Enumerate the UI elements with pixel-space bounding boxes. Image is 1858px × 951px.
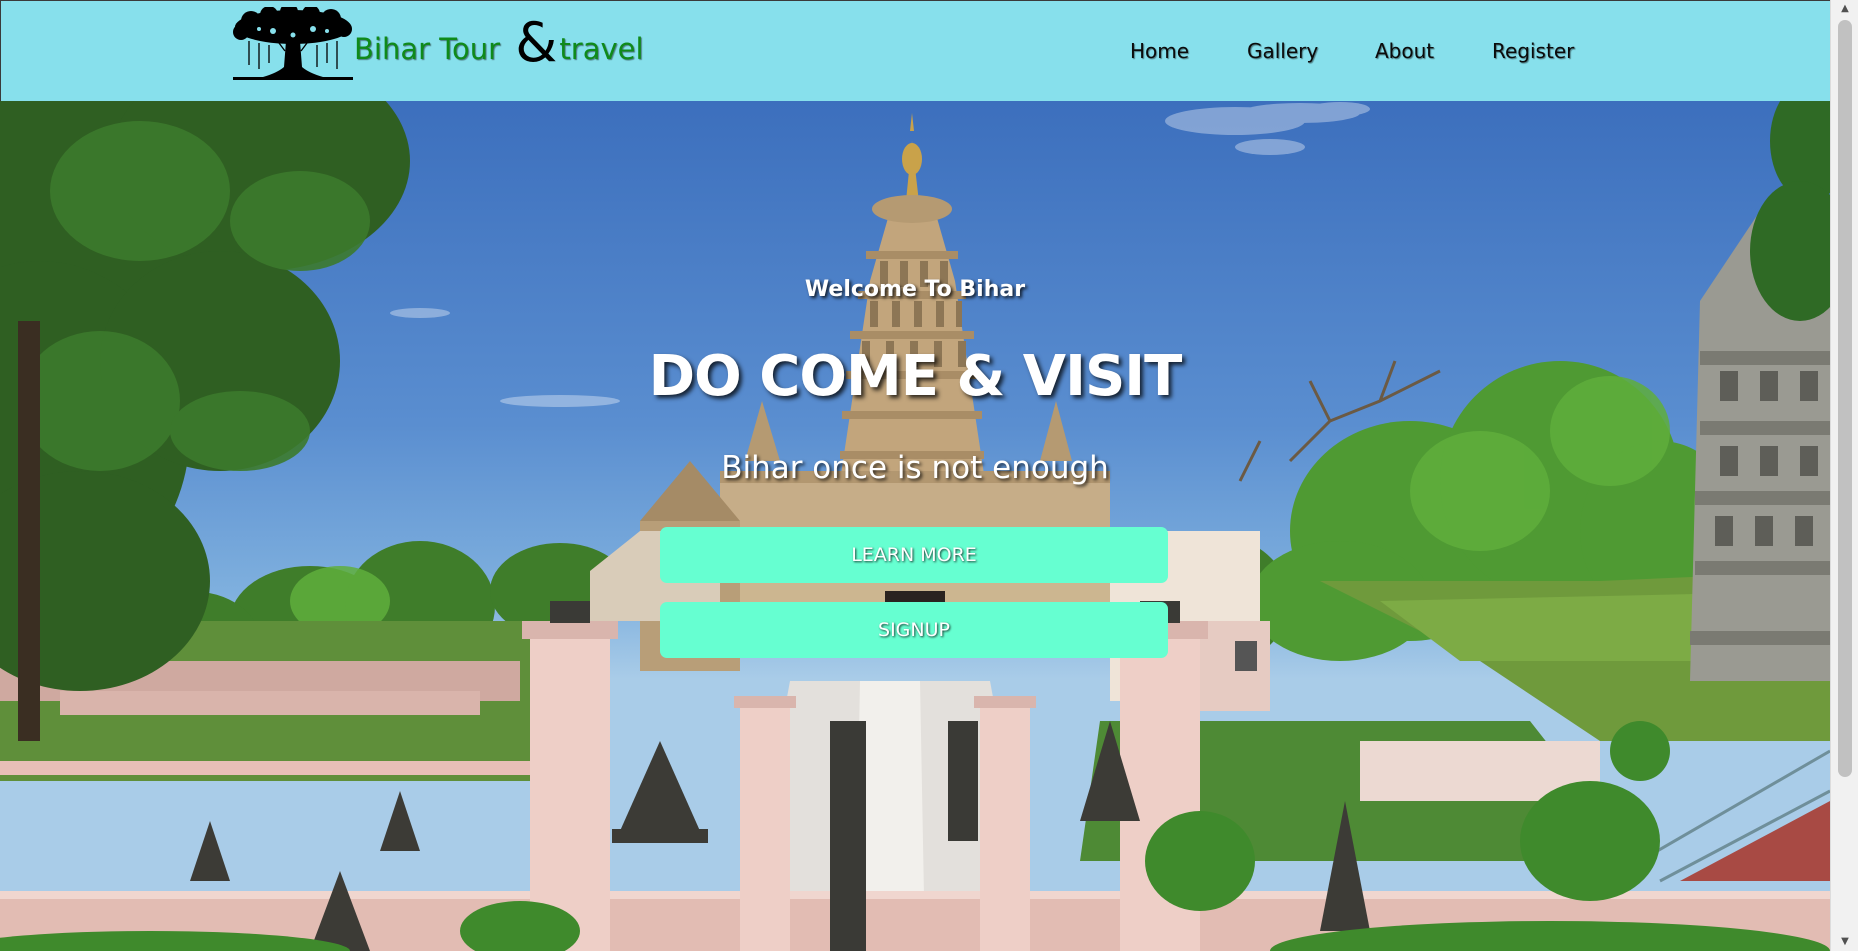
page-scrollbar[interactable]: ▲ ▼: [1830, 0, 1858, 951]
hero-section: Welcome To Bihar DO COME & VISIT Bihar o…: [0, 101, 1830, 951]
banyan-tree-icon[interactable]: [229, 7, 357, 83]
hero-tagline: Bihar once is not enough: [721, 450, 1109, 486]
signup-button[interactable]: SIGNUP: [660, 602, 1168, 658]
hero-welcome: Welcome To Bihar: [804, 277, 1026, 302]
nav-item-register[interactable]: Register: [1492, 39, 1574, 63]
brand-name-part1: Bihar Tour: [354, 32, 510, 66]
learn-more-button[interactable]: LEARN MORE: [660, 527, 1168, 583]
scroll-down-arrow-icon[interactable]: ▼: [1831, 933, 1858, 951]
brand-name-part2: travel: [559, 32, 644, 66]
site-header: Bihar Tour &travel Home Gallery About Re…: [0, 0, 1830, 101]
brand-name[interactable]: Bihar Tour &travel: [354, 16, 644, 70]
hero-headline: DO COME & VISIT: [648, 344, 1183, 409]
page: Bihar Tour &travel Home Gallery About Re…: [0, 0, 1858, 951]
nav-item-gallery[interactable]: Gallery: [1247, 39, 1318, 63]
hero-content: Welcome To Bihar DO COME & VISIT Bihar o…: [0, 101, 1830, 951]
nav-item-about[interactable]: About: [1375, 39, 1434, 63]
nav-item-home[interactable]: Home: [1130, 39, 1189, 63]
scroll-up-arrow-icon[interactable]: ▲: [1831, 0, 1858, 18]
brand-ampersand: &: [515, 11, 558, 74]
scrollbar-thumb[interactable]: [1838, 20, 1852, 777]
